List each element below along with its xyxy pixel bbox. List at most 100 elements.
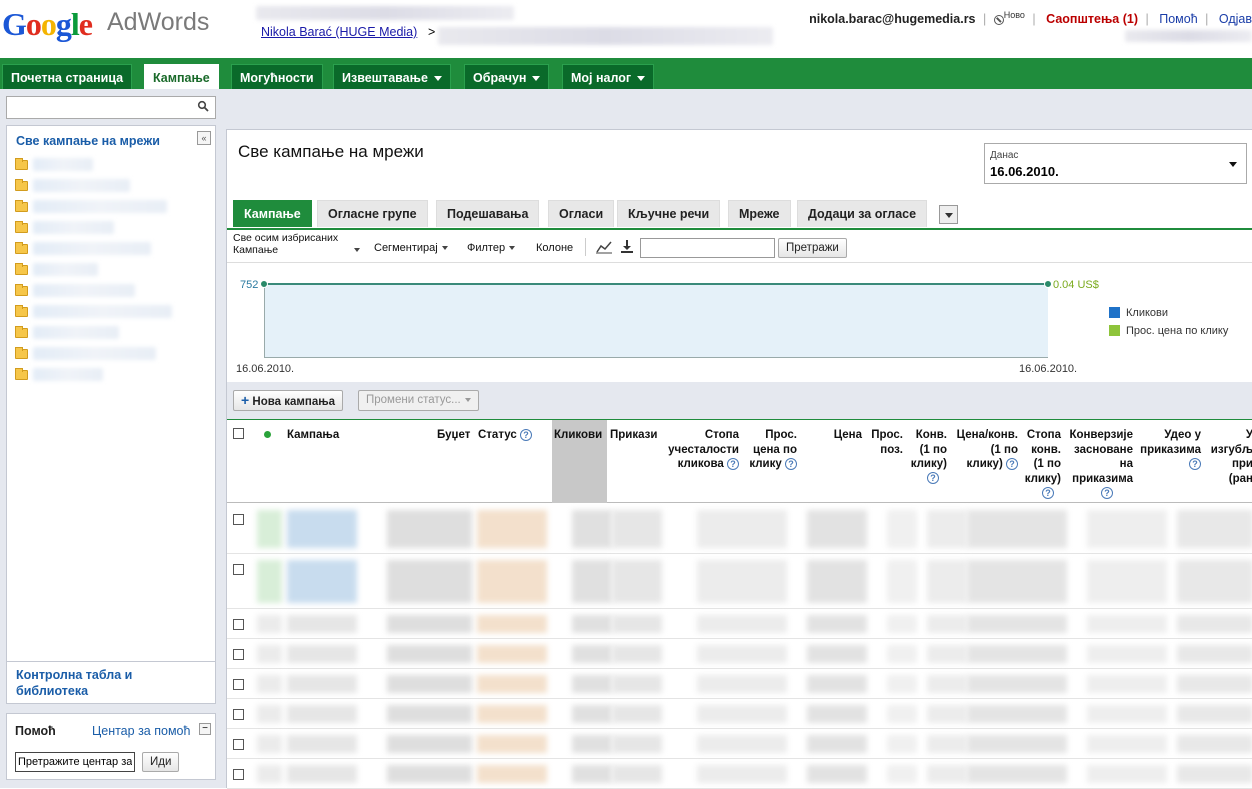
folder-icon[interactable] (15, 305, 28, 317)
help-icon[interactable]: ? (1042, 486, 1054, 499)
table-row[interactable] (227, 729, 1252, 759)
help-icon[interactable]: ? (927, 472, 939, 485)
col-impression-share[interactable]: Удео у приказима? (1135, 428, 1201, 472)
col-campaign[interactable]: Кампања (287, 428, 339, 443)
search-button[interactable]: Претражи (778, 238, 847, 258)
row-checkbox[interactable] (233, 619, 244, 630)
folder-icon[interactable] (15, 242, 28, 254)
col-budget[interactable]: Буџет (437, 428, 470, 443)
notifications-link[interactable]: Саопштења (1) (1046, 12, 1138, 26)
columns-button[interactable]: Колоне (536, 242, 573, 254)
folder-icon[interactable] (15, 368, 28, 380)
nav-tab-campaigns[interactable]: Кампање (144, 64, 219, 89)
blurred-campaign-item[interactable] (33, 158, 93, 171)
row-checkbox[interactable] (233, 769, 244, 780)
chart-toggle-icon[interactable] (596, 240, 612, 254)
col-avg-pos[interactable]: Прос. поз. (867, 428, 903, 457)
tab-networks[interactable]: Мреже (728, 200, 791, 227)
folder-icon[interactable] (15, 221, 28, 233)
blurred-campaign-item[interactable] (33, 368, 103, 381)
download-icon[interactable] (620, 239, 634, 254)
collapse-sidebar-button[interactable]: « (197, 131, 211, 145)
col-conversions[interactable]: Конв. (1 по клику)? (907, 428, 947, 486)
nav-tab-opportunities[interactable]: Могућности (231, 64, 323, 89)
tab-ad-groups[interactable]: Огласне групе (317, 200, 428, 227)
table-row[interactable] (227, 504, 1252, 554)
date-range-selector[interactable]: Данас 16.06.2010. (984, 143, 1247, 184)
blurred-campaign-item[interactable] (33, 305, 172, 318)
folder-icon[interactable] (15, 158, 28, 170)
help-icon[interactable]: ? (519, 428, 532, 441)
nav-tab-billing[interactable]: Обрачун (464, 64, 550, 89)
col-avg-cpc[interactable]: Прос. цена по клику ? (737, 428, 797, 472)
legend-item-avg-cpc[interactable]: Прос. цена по клику (1109, 324, 1228, 342)
blurred-campaign-item[interactable] (33, 284, 135, 297)
folder-icon[interactable] (15, 326, 28, 338)
table-row[interactable] (227, 759, 1252, 789)
google-logo[interactable]: Google (2, 6, 93, 42)
col-ctr[interactable]: Стопа учесталости кликова ? (647, 428, 739, 472)
new-campaign-button[interactable]: + Нова кампања (233, 390, 344, 411)
blurred-campaign-item[interactable] (33, 326, 119, 339)
row-checkbox[interactable] (233, 739, 244, 750)
segment-dropdown[interactable]: Сегментирај (374, 242, 448, 254)
tab-ads[interactable]: Огласи (548, 200, 615, 227)
help-icon[interactable]: ? (785, 457, 797, 470)
help-icon[interactable]: ? (1101, 486, 1113, 499)
help-icon[interactable]: ? (1189, 457, 1201, 470)
sidebar-search-input[interactable] (6, 96, 216, 119)
blurred-campaign-item[interactable] (33, 242, 151, 255)
tab-ad-extensions[interactable]: Додаци за огласе (797, 200, 928, 227)
blurred-campaign-item[interactable] (33, 221, 114, 234)
col-conv-rate[interactable]: Стопа конв. (1 по клику)? (1023, 428, 1061, 501)
tab-settings[interactable]: Подешавања (436, 200, 540, 227)
row-checkbox[interactable] (233, 709, 244, 720)
col-view-through-conv[interactable]: Конверзије засноване на приказима? (1065, 428, 1133, 501)
filter-dropdown[interactable]: Филтер (467, 242, 516, 254)
help-link[interactable]: Помоћ (1159, 12, 1197, 26)
folder-icon[interactable] (15, 179, 28, 191)
nav-tab-home[interactable]: Почетна страница (2, 64, 133, 89)
select-all-checkbox[interactable] (233, 428, 244, 439)
folder-icon[interactable] (15, 263, 28, 275)
legend-item-clicks[interactable]: Кликови (1109, 306, 1228, 324)
nav-tab-my-account[interactable]: Мој налог (562, 64, 655, 89)
folder-icon[interactable] (15, 284, 28, 296)
table-row[interactable] (227, 639, 1252, 669)
nav-tab-reporting[interactable]: Извештавање (333, 64, 451, 89)
view-filter-dropdown[interactable]: Све осим избрисаних Кампање (233, 232, 361, 256)
help-search-input[interactable] (15, 752, 135, 772)
tab-campaigns[interactable]: Кампање (233, 200, 312, 227)
table-search-input[interactable] (640, 238, 775, 258)
blurred-campaign-item[interactable] (33, 347, 156, 360)
folder-icon[interactable] (15, 347, 28, 359)
help-center-link[interactable]: Центар за помоћ (92, 724, 190, 738)
table-row[interactable] (227, 554, 1252, 609)
blurred-campaign-item[interactable] (33, 200, 167, 213)
signout-link[interactable]: Одјав (1219, 12, 1252, 26)
folder-icon[interactable] (15, 200, 28, 212)
minimize-help-button[interactable]: − (199, 723, 211, 735)
col-lost-impression-share[interactable]: Уизгубљ при (ран (1203, 428, 1252, 486)
dashboard-library-link[interactable]: Контролна табла и библиотека (16, 667, 206, 699)
all-campaigns-link[interactable]: Све кампање на мрежи (16, 134, 160, 148)
row-checkbox[interactable] (233, 514, 244, 525)
table-row[interactable] (227, 609, 1252, 639)
blurred-campaign-item[interactable] (33, 179, 130, 192)
col-cost-per-conv[interactable]: Цена/конв. (1 по клику) ? (951, 428, 1018, 472)
search-icon[interactable] (197, 100, 209, 112)
account-link[interactable]: Nikola Barać (HUGE Media) (261, 25, 417, 39)
table-row[interactable] (227, 699, 1252, 729)
col-cost[interactable]: Цена (817, 428, 862, 443)
help-go-button[interactable]: Иди (142, 752, 180, 772)
help-icon[interactable]: ? (1006, 457, 1018, 470)
col-clicks[interactable]: Кликови (554, 428, 602, 443)
row-checkbox[interactable] (233, 564, 244, 575)
table-row[interactable] (227, 669, 1252, 699)
row-checkbox[interactable] (233, 649, 244, 660)
tab-keywords[interactable]: Кључне речи (617, 200, 721, 227)
change-status-dropdown[interactable]: Промени статус... (358, 390, 479, 411)
col-status[interactable]: Статус ? (478, 428, 532, 443)
more-tabs-button[interactable] (939, 205, 958, 224)
blurred-campaign-item[interactable] (33, 263, 98, 276)
